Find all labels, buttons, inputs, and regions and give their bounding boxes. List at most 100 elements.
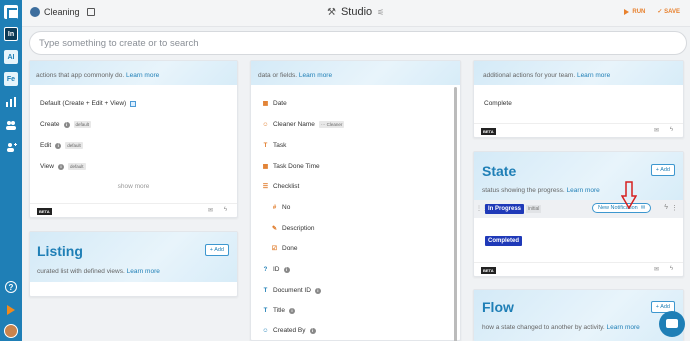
- field-label: Cleaner Name: [273, 121, 315, 128]
- field-document-id[interactable]: T Document ID i: [262, 287, 321, 294]
- action-label: Edit: [40, 142, 52, 149]
- beta-badge: BETA: [481, 267, 496, 274]
- more-icon[interactable]: ⋮: [671, 204, 678, 212]
- field-done[interactable]: ☑ Done: [271, 245, 298, 252]
- bolt-icon[interactable]: ϟ: [670, 266, 673, 272]
- action-label: Create: [40, 121, 60, 128]
- field-label: Done: [282, 245, 298, 252]
- bolt-icon[interactable]: ϟ: [664, 204, 668, 211]
- fields-card: data or fields. Learn more ▦ Date ☺ Cleane…: [250, 60, 461, 341]
- info-icon: i: [63, 121, 70, 128]
- state-card: State + Add status showing the progress.…: [473, 151, 684, 277]
- field-label: Document ID: [273, 287, 311, 294]
- flow-header: Flow + Add how a state changed to anothe…: [474, 290, 683, 341]
- field-task-done-time[interactable]: ▦ Task Done Time: [262, 163, 320, 170]
- field-checklist[interactable]: ☰ Checklist: [262, 183, 300, 190]
- additional-footer: BETA ✉ ϟ: [474, 123, 683, 137]
- show-more-link[interactable]: show more: [30, 183, 237, 190]
- default-tag: default: [65, 142, 83, 149]
- tune-icon[interactable]: ⚟: [377, 8, 384, 17]
- chart-icon[interactable]: [5, 97, 17, 107]
- field-task[interactable]: T Task: [262, 142, 287, 149]
- rail-item-fe[interactable]: Fe: [4, 72, 18, 86]
- info-icon: i: [55, 142, 62, 149]
- field-title[interactable]: T Title i: [262, 307, 296, 314]
- action-row-create[interactable]: Create i default: [40, 121, 92, 128]
- actions-card: actions that app commonly do. Learn more…: [29, 60, 238, 218]
- bolt-icon[interactable]: ϟ: [670, 127, 673, 133]
- field-cleaner-name[interactable]: ☺ Cleaner Name ··· Cleaner: [262, 121, 345, 128]
- state-header: State + Add status showing the progress.…: [474, 152, 683, 200]
- field-no[interactable]: # No: [271, 204, 290, 211]
- play-small-icon: [624, 8, 630, 15]
- flow-description: how a state changed to another by activi…: [482, 324, 640, 331]
- mail-icon[interactable]: ✉: [208, 207, 213, 214]
- listing-learn-more-link[interactable]: Learn more: [127, 268, 160, 275]
- mail-icon[interactable]: ✉: [654, 127, 659, 134]
- listing-title: Listing: [37, 243, 83, 259]
- info-icon: i: [57, 163, 64, 170]
- project-name: Cleaning: [44, 7, 80, 17]
- default-tag: default: [67, 163, 86, 170]
- play-icon[interactable]: [7, 305, 15, 315]
- help-icon[interactable]: ?: [5, 281, 17, 293]
- additional-learn-more-link[interactable]: Learn more: [577, 72, 610, 79]
- fields-learn-more-link[interactable]: Learn more: [299, 72, 332, 79]
- complete-action[interactable]: Complete: [484, 100, 512, 107]
- actions-learn-more-link[interactable]: Learn more: [126, 72, 159, 79]
- flow-learn-more-link[interactable]: Learn more: [607, 324, 640, 331]
- text-icon: T: [263, 142, 268, 149]
- initial-tag: initial: [526, 205, 542, 213]
- state-footer: BETA ✉ ϟ: [474, 262, 683, 276]
- bolt-icon[interactable]: ϟ: [224, 207, 227, 213]
- additional-actions-card: additional actions for your team. Learn …: [473, 60, 684, 138]
- top-header: Cleaning ⚒ Studio ⚟ RUN ✓ SAVE: [22, 0, 690, 27]
- action-label: View: [40, 163, 54, 170]
- rail-item-ai[interactable]: AI: [4, 50, 18, 64]
- in-progress-pill[interactable]: In Progress: [485, 204, 525, 214]
- action-row-edit[interactable]: Edit i default: [40, 142, 83, 149]
- state-add-button[interactable]: + Add: [650, 164, 675, 176]
- save-button[interactable]: ✓ SAVE: [657, 8, 680, 15]
- app-logo[interactable]: [4, 5, 18, 20]
- field-id[interactable]: ? ID i: [262, 266, 290, 273]
- listing-card: Listing + Add curated list with defined …: [29, 231, 238, 297]
- state-in-progress-row[interactable]: ⋮⋮ In Progress initial New Notification ✉…: [474, 200, 683, 218]
- search-input[interactable]: Type something to create or to search: [29, 31, 687, 55]
- add-user-icon[interactable]: [5, 142, 17, 152]
- calendar-icon: ▦: [262, 164, 269, 170]
- mail-icon[interactable]: ✉: [654, 266, 659, 273]
- listing-add-button[interactable]: + Add: [204, 244, 229, 256]
- chat-icon[interactable]: [659, 311, 685, 337]
- field-date[interactable]: ▦ Date: [262, 100, 287, 107]
- field-created-by[interactable]: ☺ Created By i: [262, 327, 316, 334]
- state-learn-more-link[interactable]: Learn more: [567, 187, 600, 194]
- action-row-view[interactable]: View i default: [40, 163, 86, 170]
- field-description[interactable]: ✎ Description: [271, 225, 315, 232]
- checkbox-icon: ☑: [271, 246, 278, 252]
- beta-badge: BETA: [481, 128, 496, 135]
- project-settings-icon[interactable]: [86, 8, 95, 16]
- left-rail: In AI Fe ?: [0, 0, 22, 341]
- header-actions: RUN ✓ SAVE: [624, 8, 680, 15]
- run-button[interactable]: RUN: [624, 8, 645, 15]
- field-label: Created By: [273, 327, 306, 334]
- wand-icon: ⚒: [327, 6, 336, 18]
- info-icon: i: [309, 327, 316, 334]
- project-selector[interactable]: Cleaning: [30, 7, 95, 17]
- users-icon[interactable]: [5, 120, 17, 130]
- beta-badge: BETA: [37, 208, 52, 215]
- state-title: State: [482, 163, 517, 179]
- fields-scrollbar[interactable]: [454, 87, 457, 341]
- field-label: Checklist: [273, 183, 300, 190]
- action-row-default[interactable]: Default (Create + Edit + View): [40, 100, 137, 107]
- completed-pill[interactable]: Completed: [485, 236, 523, 246]
- field-label: Title: [273, 307, 286, 314]
- info-icon: i: [314, 287, 321, 294]
- rail-item-in[interactable]: In: [4, 27, 18, 41]
- pencil-icon: ✎: [271, 226, 278, 232]
- listing-description: curated list with defined views. Learn m…: [37, 268, 160, 275]
- user-avatar[interactable]: [4, 324, 18, 338]
- mail-icon: ✉: [640, 205, 646, 211]
- person-icon: ☺: [262, 121, 269, 128]
